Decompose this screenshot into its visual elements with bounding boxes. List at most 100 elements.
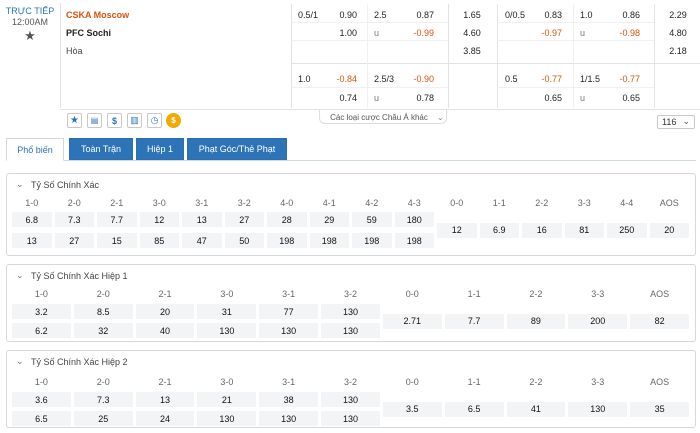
score-odds-cell[interactable]: 6.2: [12, 323, 71, 338]
odds-1x2[interactable]: 2.29: [658, 10, 698, 20]
score-odds-cell[interactable]: 130: [321, 392, 380, 407]
score-odds-cell[interactable]: 2.71: [382, 313, 442, 329]
score-odds-cell[interactable]: 25: [73, 411, 133, 426]
score-odds-cell[interactable]: 130: [259, 411, 319, 426]
score-odds-cell[interactable]: 6.8: [12, 212, 52, 227]
odds-value[interactable]: -0.97: [530, 28, 562, 38]
odds-1x2[interactable]: 1.65: [452, 10, 492, 20]
collapse-icon[interactable]: ⌄: [16, 179, 24, 190]
score-odds-cell[interactable]: 3.6: [12, 392, 71, 407]
score-odds-cell[interactable]: 21: [197, 392, 257, 407]
score-odds-cell[interactable]: 31: [197, 304, 257, 319]
star-icon[interactable]: ★: [67, 113, 82, 128]
tab-full-match[interactable]: Toàn Trận: [69, 138, 133, 160]
score-odds-cell[interactable]: 12: [139, 212, 179, 227]
chevron-down-icon[interactable]: ⌄: [437, 113, 444, 122]
score-odds-cell[interactable]: 85: [139, 233, 179, 248]
score-odds-cell[interactable]: 3.2: [12, 304, 71, 319]
coin-icon[interactable]: $: [166, 113, 181, 128]
home-team[interactable]: CSKA Moscow: [66, 10, 129, 20]
odds-value[interactable]: 1.00: [325, 28, 357, 38]
score-odds-cell[interactable]: 13: [182, 212, 222, 227]
asian-markets-toggle[interactable]: Các loại cược Châu Á khác: [320, 113, 438, 122]
odds-1x2[interactable]: 3.85: [452, 46, 492, 56]
score-odds-cell[interactable]: 130: [568, 401, 628, 417]
score-odds-cell[interactable]: 6.5: [444, 401, 504, 417]
odds-1x2[interactable]: 2.18: [658, 46, 698, 56]
score-odds-cell[interactable]: 130: [197, 323, 257, 338]
score-odds-cell[interactable]: 7.3: [54, 212, 94, 227]
history-icon[interactable]: ◷: [147, 113, 162, 128]
score-odds-cell[interactable]: 7.3: [73, 392, 133, 407]
score-odds-cell[interactable]: 130: [197, 411, 257, 426]
score-odds-cell[interactable]: 77: [259, 304, 319, 319]
score-odds-cell[interactable]: 200: [568, 313, 628, 329]
score-odds-cell[interactable]: 13: [12, 233, 52, 248]
bet-slip-icon[interactable]: ▤: [87, 113, 102, 128]
score-odds-cell[interactable]: 7.7: [444, 313, 504, 329]
away-team[interactable]: PFC Sochi: [66, 28, 111, 38]
tab-corners-cards[interactable]: Phạt Góc/Thẻ Phạt: [187, 138, 287, 160]
market-count-button[interactable]: 116 ⌄: [657, 115, 695, 129]
stats-icon[interactable]: ▥: [127, 113, 142, 128]
collapse-icon[interactable]: ⌄: [16, 270, 24, 281]
odds-1x2[interactable]: 4.80: [658, 28, 698, 38]
tab-popular[interactable]: Phổ biến: [6, 138, 64, 161]
score-odds-cell[interactable]: 130: [321, 304, 380, 319]
score-odds-cell[interactable]: 81: [564, 222, 604, 238]
odds-value[interactable]: 0.87: [400, 10, 434, 20]
odds-value[interactable]: 0.65: [530, 93, 562, 103]
score-odds-cell[interactable]: 35: [630, 401, 689, 417]
score-odds-cell[interactable]: 198: [394, 233, 434, 248]
score-odds-cell[interactable]: 13: [135, 392, 195, 407]
score-odds-cell[interactable]: 130: [259, 323, 319, 338]
score-odds-cell[interactable]: 50: [224, 233, 264, 248]
favorite-star-icon[interactable]: ★: [22, 28, 38, 44]
score-odds-cell[interactable]: 130: [321, 323, 380, 338]
odds-value[interactable]: 0.74: [325, 93, 357, 103]
odds-value[interactable]: -0.99: [400, 28, 434, 38]
odds-value[interactable]: 0.65: [606, 93, 640, 103]
odds-value[interactable]: 0.86: [606, 10, 640, 20]
score-odds-cell[interactable]: 38: [259, 392, 319, 407]
score-odds-cell[interactable]: 20: [649, 222, 689, 238]
odds-value[interactable]: -0.84: [325, 74, 357, 84]
odds-value[interactable]: -0.77: [606, 74, 640, 84]
score-odds-cell[interactable]: 7.7: [97, 212, 137, 227]
score-odds-cell[interactable]: 16: [522, 222, 562, 238]
odds-1x2[interactable]: 4.60: [452, 28, 492, 38]
score-odds-cell[interactable]: 6.5: [12, 411, 71, 426]
score-odds-cell[interactable]: 29: [309, 212, 349, 227]
score-odds-cell[interactable]: 198: [309, 233, 349, 248]
score-odds-cell[interactable]: 198: [352, 233, 392, 248]
odds-value[interactable]: 0.90: [325, 10, 357, 20]
score-odds-cell[interactable]: 89: [506, 313, 566, 329]
score-odds-cell[interactable]: 12: [437, 222, 477, 238]
score-odds-cell[interactable]: 82: [630, 313, 689, 329]
score-odds-cell[interactable]: 47: [182, 233, 222, 248]
odds-value[interactable]: -0.77: [530, 74, 562, 84]
score-odds-cell[interactable]: 8.5: [73, 304, 133, 319]
dollar-icon[interactable]: $: [107, 113, 122, 128]
score-odds-cell[interactable]: 41: [506, 401, 566, 417]
score-odds-cell[interactable]: 3.5: [382, 401, 442, 417]
score-odds-cell[interactable]: 24: [135, 411, 195, 426]
odds-value[interactable]: -0.90: [400, 74, 434, 84]
score-odds-cell[interactable]: 20: [135, 304, 195, 319]
odds-value[interactable]: 0.78: [400, 93, 434, 103]
score-odds-cell[interactable]: 250: [607, 222, 647, 238]
score-odds-cell[interactable]: 40: [135, 323, 195, 338]
score-odds-cell[interactable]: 32: [73, 323, 133, 338]
score-odds-cell[interactable]: 15: [97, 233, 137, 248]
collapse-icon[interactable]: ⌄: [16, 356, 24, 367]
score-odds-cell[interactable]: 6.9: [479, 222, 519, 238]
score-odds-cell[interactable]: 27: [54, 233, 94, 248]
score-odds-cell[interactable]: 27: [224, 212, 264, 227]
score-odds-cell[interactable]: 130: [321, 411, 380, 426]
odds-value[interactable]: -0.98: [606, 28, 640, 38]
score-odds-cell[interactable]: 180: [394, 212, 434, 227]
odds-value[interactable]: 0.83: [530, 10, 562, 20]
score-odds-cell[interactable]: 59: [352, 212, 392, 227]
score-odds-cell[interactable]: 28: [267, 212, 307, 227]
score-odds-cell[interactable]: 198: [267, 233, 307, 248]
